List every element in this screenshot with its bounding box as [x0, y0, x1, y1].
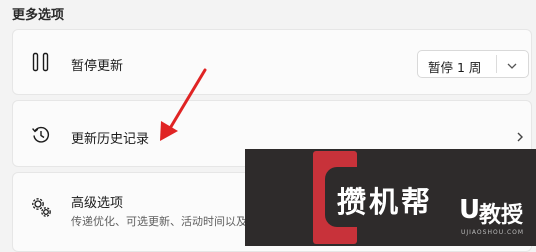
pause-duration-value: 暂停 1 周 — [428, 60, 482, 75]
watermark-tutorial: 教授 — [479, 203, 524, 228]
watermark-site: UJIAOSHOU.COM — [461, 229, 525, 236]
advanced-options-label: 高级选项 — [71, 196, 124, 211]
watermark-u-logo: U — [459, 195, 481, 225]
history-icon — [31, 125, 51, 149]
watermark-brand: 攒机帮 — [337, 185, 434, 219]
pause-updates-card: 暂停更新 暂停 1 周 — [12, 29, 532, 95]
watermark-overlay: 攒机帮 U 教授 UJIAOSHOU.COM — [245, 149, 536, 246]
pause-updates-label: 暂停更新 — [71, 59, 124, 74]
gears-icon — [31, 197, 53, 223]
chevron-right-icon[interactable] — [515, 128, 525, 147]
section-title: 更多选项 — [12, 8, 65, 23]
chevron-down-icon[interactable] — [506, 59, 518, 74]
pause-icon — [31, 52, 51, 76]
update-history-label: 更新历史记录 — [71, 132, 150, 147]
pause-duration-dropdown[interactable]: 暂停 1 周 — [417, 50, 529, 78]
dropdown-divider — [496, 55, 497, 73]
